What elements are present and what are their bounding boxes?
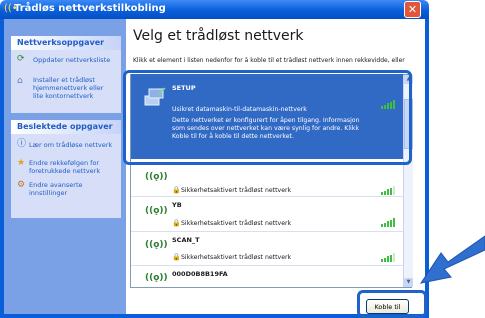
wireless-connection-window: ((• Trådløs nettverkstilkobling ✕ Nettve… bbox=[0, 0, 485, 318]
callout-arrow-icon bbox=[419, 235, 485, 284]
